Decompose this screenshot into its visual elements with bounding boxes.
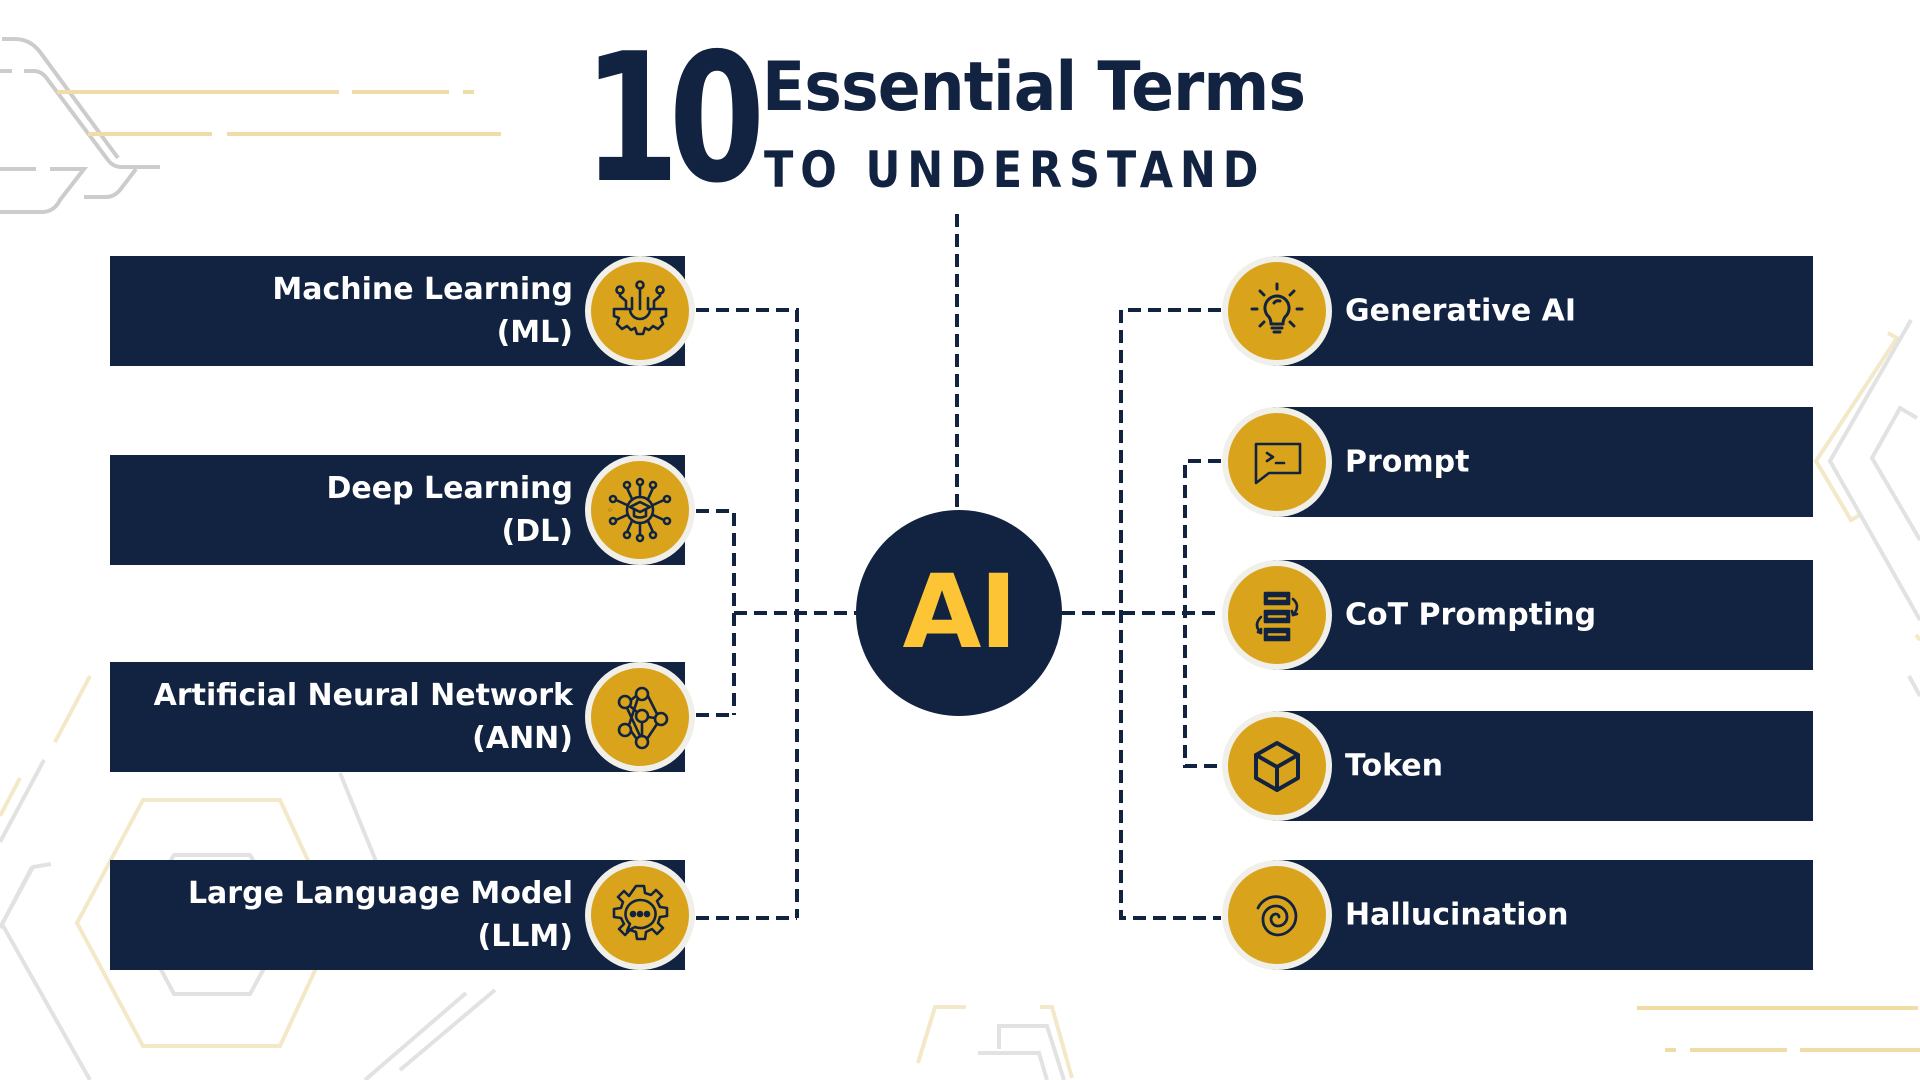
term-card-token: Token xyxy=(1273,711,1813,821)
cube-icon xyxy=(1254,741,1300,792)
gear-chat-icon xyxy=(612,884,669,941)
title-subtitle: TO UNDERSTAND xyxy=(764,141,1266,199)
term-abbreviation: (LLM) xyxy=(477,919,573,954)
ai-center-label: AI xyxy=(902,553,1018,672)
term-abbreviation: (ML) xyxy=(496,315,573,350)
icon-badge-prompt xyxy=(1222,407,1332,517)
lightbulb-icon xyxy=(1250,282,1304,334)
icon-badge-dl xyxy=(585,455,695,565)
icon-badge-token xyxy=(1222,711,1332,821)
term-abbreviation: (ANN) xyxy=(472,721,573,756)
term-label: Artificial Neural Network (ANN) xyxy=(154,674,573,760)
gear-circuit-icon xyxy=(612,280,668,336)
term-card-hallucination: Hallucination xyxy=(1273,860,1813,970)
icon-badge-cot-prompting xyxy=(1222,560,1332,670)
term-label: Large Language Model (LLM) xyxy=(188,872,573,958)
term-name: Prompt xyxy=(1345,444,1470,480)
icon-badge-ml xyxy=(585,256,695,366)
ai-center-node: AI xyxy=(856,510,1062,716)
term-label: Deep Learning (DL) xyxy=(327,467,574,553)
term-name: Artificial Neural Network xyxy=(153,678,573,713)
term-name: Machine Learning xyxy=(272,272,573,307)
graduation-network-icon xyxy=(608,477,672,543)
term-name: CoT Prompting xyxy=(1345,597,1597,633)
term-label: Machine Learning (ML) xyxy=(272,268,573,354)
title-number: 10 xyxy=(583,15,765,222)
term-card-generative-ai: Generative AI xyxy=(1273,256,1813,366)
neural-network-icon xyxy=(617,686,669,750)
icon-badge-generative-ai xyxy=(1222,256,1332,366)
term-name: Generative AI xyxy=(1345,293,1577,329)
term-name: Deep Learning xyxy=(326,471,574,506)
connector-dl xyxy=(696,509,736,715)
term-card-prompt: Prompt xyxy=(1273,407,1813,517)
chain-steps-icon xyxy=(1255,591,1299,642)
term-abbreviation: (DL) xyxy=(501,514,573,549)
term-name: Token xyxy=(1345,748,1443,784)
icon-badge-llm xyxy=(585,860,695,970)
terminal-chat-icon xyxy=(1254,442,1302,485)
term-card-cot-prompting: CoT Prompting xyxy=(1273,560,1813,670)
term-name: Hallucination xyxy=(1345,897,1569,933)
term-name: Large Language Model xyxy=(187,876,573,911)
icon-badge-hallucination xyxy=(1222,860,1332,970)
spiral-icon xyxy=(1256,895,1298,937)
title-main: Essential Terms xyxy=(762,48,1306,127)
icon-badge-ann xyxy=(585,662,695,772)
